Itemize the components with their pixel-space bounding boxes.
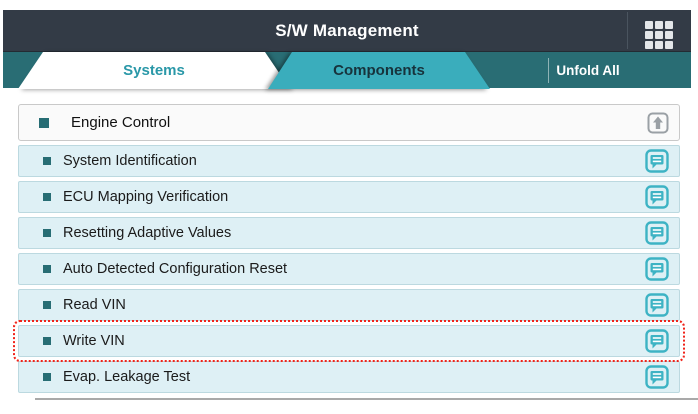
page-title: S/W Management (275, 21, 419, 41)
list-item-ecu-mapping-verification[interactable]: ECU Mapping Verification (18, 181, 680, 213)
app-window: S/W Management Unfold All Systems Compon… (3, 10, 691, 400)
list-item-auto-detected-configuration-reset[interactable]: Auto Detected Configuration Reset (18, 253, 680, 285)
tab-components[interactable]: Components (268, 52, 490, 89)
apps-grid-icon[interactable] (643, 19, 675, 51)
note-icon[interactable] (645, 365, 669, 389)
list-group-engine-control[interactable]: Engine Control (18, 104, 680, 141)
item-label: ECU Mapping Verification (63, 189, 645, 205)
group-label: Engine Control (71, 114, 647, 131)
note-icon[interactable] (645, 149, 669, 173)
bullet-icon (43, 193, 51, 201)
bullet-icon (43, 337, 51, 345)
item-label: Auto Detected Configuration Reset (63, 261, 645, 277)
bullet-icon (43, 265, 51, 273)
item-label: Write VIN (63, 333, 645, 349)
list-item-read-vin[interactable]: Read VIN (18, 289, 680, 321)
function-list: Engine Control System Identification ECU… (18, 104, 680, 397)
list-item-evap-leakage-test[interactable]: Evap. Leakage Test (18, 361, 680, 393)
note-icon[interactable] (645, 293, 669, 317)
tab-bar: Unfold All Systems Components (3, 51, 691, 88)
screen-edge-line (35, 398, 698, 400)
tab-systems[interactable]: Systems (18, 52, 290, 89)
bullet-icon (39, 118, 49, 128)
item-label: Read VIN (63, 297, 645, 313)
bullet-icon (43, 301, 51, 309)
bullet-icon (43, 157, 51, 165)
item-label: Evap. Leakage Test (63, 369, 645, 385)
list-item-write-vin[interactable]: Write VIN (18, 325, 680, 357)
title-bar: S/W Management (3, 10, 691, 51)
note-icon[interactable] (645, 329, 669, 353)
header-divider (627, 12, 628, 49)
note-icon[interactable] (645, 185, 669, 209)
unfold-all-button[interactable]: Unfold All (513, 52, 663, 89)
item-label: Resetting Adaptive Values (63, 225, 645, 241)
bullet-icon (43, 373, 51, 381)
list-item-system-identification[interactable]: System Identification (18, 145, 680, 177)
item-label: System Identification (63, 153, 645, 169)
bullet-icon (43, 229, 51, 237)
collapse-up-icon[interactable] (647, 112, 669, 134)
note-icon[interactable] (645, 221, 669, 245)
note-icon[interactable] (645, 257, 669, 281)
list-item-resetting-adaptive-values[interactable]: Resetting Adaptive Values (18, 217, 680, 249)
